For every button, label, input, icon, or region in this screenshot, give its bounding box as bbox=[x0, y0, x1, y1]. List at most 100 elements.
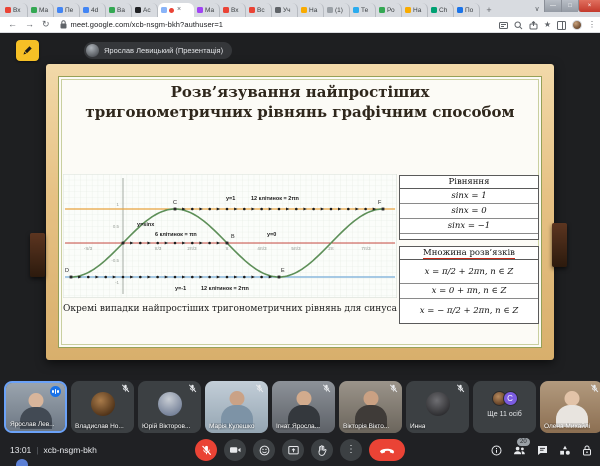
participant-tile[interactable]: Юрій Вікторов... bbox=[138, 381, 201, 433]
browser-tab[interactable]: Уч bbox=[272, 3, 298, 17]
window-maximize-button[interactable]: □ bbox=[561, 0, 578, 12]
presented-slide: Розв’язування найпростіших тригонометрич… bbox=[46, 64, 554, 360]
participant-tile[interactable]: Олена Михайлі bbox=[540, 381, 600, 433]
reading-list-icon[interactable] bbox=[499, 21, 508, 30]
url-text[interactable]: meet.google.com/xcb-nsgm-bkh?authuser=1 bbox=[71, 20, 224, 29]
window-close-button[interactable]: × bbox=[578, 0, 600, 12]
sheets-favicon-icon bbox=[109, 7, 115, 13]
tab-label: Ch bbox=[439, 7, 447, 14]
svg-text:0.5: 0.5 bbox=[113, 224, 120, 229]
bookmark-star-icon[interactable]: ★ bbox=[544, 21, 551, 29]
tab-label: По bbox=[465, 7, 473, 14]
label-y-equals-minus-1: y=-1 bbox=[175, 286, 186, 292]
equations-table-header: Рівняння bbox=[400, 176, 538, 189]
activities-button[interactable] bbox=[559, 445, 571, 456]
browser-tab[interactable]: Ch bbox=[428, 3, 454, 17]
profile-avatar[interactable] bbox=[572, 20, 582, 30]
more-options-button[interactable]: ⋮ bbox=[340, 439, 362, 461]
presenter-pill[interactable]: Ярослав Левицький (Презентація) bbox=[84, 42, 232, 59]
tab-label: Ма bbox=[205, 7, 214, 14]
participant-name: Ігнат Яросла... bbox=[276, 423, 320, 430]
window-minimize-button[interactable]: — bbox=[544, 0, 561, 12]
svg-text:5π/3: 5π/3 bbox=[291, 246, 301, 251]
participant-tile[interactable]: Инна bbox=[406, 381, 469, 433]
solution-row: x = − π/2 + 2πn, n ∈ Z bbox=[400, 299, 538, 323]
meeting-code: xcb-nsgm-bkh bbox=[44, 445, 97, 455]
present-icon bbox=[288, 445, 299, 456]
participant-name: Олена Михайлі bbox=[544, 423, 590, 430]
present-screen-button[interactable] bbox=[282, 439, 304, 461]
browser-tab-active-meet[interactable]: × bbox=[158, 3, 194, 17]
participant-tile[interactable]: Вікторія Вікто... bbox=[339, 381, 402, 433]
back-icon[interactable]: ← bbox=[8, 20, 17, 29]
point-label-b: B bbox=[231, 234, 235, 240]
participants-button[interactable]: 20 bbox=[513, 445, 526, 456]
browser-tab[interactable]: Ва bbox=[106, 3, 132, 17]
chrome-menu-kebab-icon[interactable]: ⋮ bbox=[588, 21, 596, 29]
reactions-button[interactable] bbox=[253, 439, 275, 461]
favicon-icon bbox=[57, 7, 63, 13]
mic-off-icon bbox=[121, 384, 130, 393]
camera-toggle-button[interactable] bbox=[224, 439, 246, 461]
host-controls-button[interactable] bbox=[582, 445, 592, 456]
tab-label: (1) bbox=[335, 7, 343, 14]
zoom-icon[interactable] bbox=[514, 21, 523, 30]
participant-avatar bbox=[91, 392, 115, 416]
meet-stage: Ярослав Левицький (Презентація) Розв’язу… bbox=[0, 33, 600, 380]
browser-tab[interactable]: По bbox=[454, 3, 480, 17]
browser-tab[interactable]: Те bbox=[350, 3, 376, 17]
browser-tab[interactable]: Ас bbox=[132, 3, 158, 17]
tab-label: Уч bbox=[283, 7, 291, 14]
participant-tile[interactable]: Владислав Но... bbox=[71, 381, 134, 433]
tab-search-dropdown[interactable]: ∨ bbox=[530, 2, 544, 16]
note-12-cells-bottom: 12 клітинок = 2πn bbox=[201, 286, 250, 292]
participant-tile-speaking[interactable]: Ярослав Лев... bbox=[4, 381, 67, 433]
browser-tab[interactable]: Вс bbox=[246, 3, 272, 17]
favicon-icon bbox=[431, 7, 437, 13]
browser-tab[interactable]: Ро bbox=[376, 3, 402, 17]
browser-tab[interactable]: Вх bbox=[2, 3, 28, 17]
mic-toggle-button[interactable] bbox=[195, 439, 217, 461]
reload-icon[interactable]: ↻ bbox=[42, 20, 50, 29]
overflow-avatar-letter: С bbox=[503, 391, 518, 406]
browser-tab[interactable]: Ма bbox=[194, 3, 220, 17]
slide-content: Розв’язування найпростіших тригонометрич… bbox=[58, 76, 542, 348]
annotate-extension-button[interactable] bbox=[16, 40, 39, 61]
browser-tab[interactable]: (1) bbox=[324, 3, 350, 17]
chat-button[interactable] bbox=[537, 445, 548, 456]
browser-tab[interactable]: 4d bbox=[80, 3, 106, 17]
solutions-table: Множина розв’язків x = π/2 + 2πn, n ∈ Z … bbox=[399, 246, 539, 324]
browser-tab[interactable]: На bbox=[298, 3, 324, 17]
meeting-details-button[interactable] bbox=[491, 445, 502, 456]
meeting-side-controls: 20 bbox=[491, 434, 592, 466]
raise-hand-button[interactable] bbox=[311, 439, 333, 461]
overflow-count-label: Ще 11 осіб bbox=[473, 411, 536, 418]
mic-off-icon bbox=[201, 445, 212, 456]
tab-close-icon[interactable]: × bbox=[177, 7, 181, 13]
side-panel-icon[interactable] bbox=[557, 21, 566, 30]
browser-tab[interactable]: Пе bbox=[54, 3, 80, 17]
svg-text:-0.5: -0.5 bbox=[111, 258, 119, 263]
participant-tile[interactable]: Ігнат Яросла... bbox=[272, 381, 335, 433]
new-tab-button[interactable]: + bbox=[483, 4, 495, 16]
https-lock-icon[interactable] bbox=[60, 20, 67, 29]
tab-label: Ва bbox=[117, 7, 125, 14]
svg-text:-1: -1 bbox=[115, 280, 119, 285]
browser-tab[interactable]: Вх bbox=[220, 3, 246, 17]
slide-tables: Рівняння sinx = 1 sinx = 0 sinx = −1 Мно… bbox=[399, 175, 539, 324]
point-label-e: E bbox=[281, 268, 285, 274]
screen: Вх Ма Пе 4d Ва Ас × Ма Вх Вс Уч На (1) Т… bbox=[0, 0, 600, 466]
overflow-participants-tile[interactable]: С Ще 11 осіб bbox=[473, 381, 536, 433]
participant-tile[interactable]: Марія Кулешко bbox=[205, 381, 268, 433]
solution-row: x = π/2 + 2πn, n ∈ Z bbox=[400, 260, 538, 284]
browser-tab[interactable]: На bbox=[402, 3, 428, 17]
share-icon[interactable] bbox=[529, 21, 538, 30]
end-call-button[interactable] bbox=[369, 439, 405, 461]
favicon-icon bbox=[301, 7, 307, 13]
activities-icon bbox=[559, 445, 571, 456]
browser-tab[interactable]: Ма bbox=[28, 3, 54, 17]
solutions-table-header: Множина розв’язків bbox=[400, 247, 538, 260]
forward-icon[interactable]: → bbox=[25, 20, 34, 29]
info-icon bbox=[491, 445, 502, 456]
tab-label: Ма bbox=[39, 7, 48, 14]
